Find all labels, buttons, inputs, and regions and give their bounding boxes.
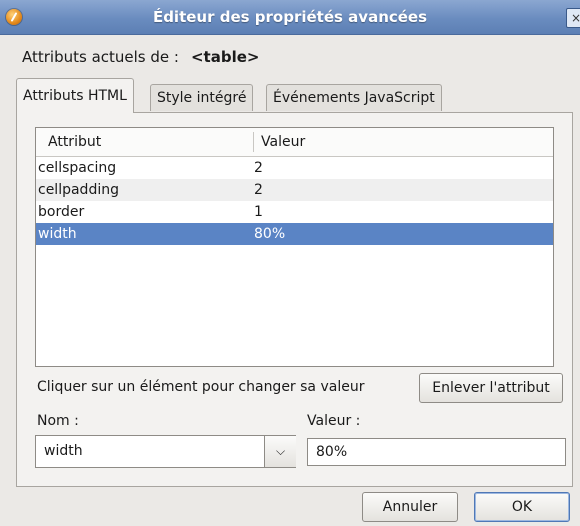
tab-html-attributes[interactable]: Attributs HTML (16, 78, 134, 113)
instruction-text: Cliquer sur un élément pour changer sa v… (37, 379, 365, 395)
name-combobox[interactable]: width ⌵ (35, 435, 296, 468)
title-bar: Éditeur des propriétés avancées × (0, 0, 580, 35)
list-item-selected[interactable]: width 80% (36, 223, 553, 245)
window-title: Éditeur des propriétés avancées (152, 8, 428, 26)
list-item[interactable]: cellspacing 2 (36, 157, 553, 179)
attribute-name: width (38, 226, 77, 242)
tab-inline-style[interactable]: Style intégré (150, 84, 254, 111)
close-button[interactable]: × (566, 8, 580, 28)
attribute-value: 80% (254, 226, 286, 242)
column-divider[interactable] (253, 132, 254, 152)
current-element-caption: Attributs actuels de : (22, 48, 179, 66)
attribute-value: 2 (254, 182, 263, 198)
ok-button[interactable]: OK (474, 492, 570, 522)
remove-attribute-button[interactable]: Enlever l'attribut (419, 373, 563, 403)
attribute-name: border (38, 204, 85, 220)
value-label: Valeur : (307, 413, 361, 429)
column-header-value[interactable]: Valeur (261, 128, 305, 156)
tab-javascript-events[interactable]: Événements JavaScript (266, 84, 442, 111)
name-combobox-value[interactable]: width (44, 443, 83, 459)
list-item[interactable]: border 1 (36, 201, 553, 223)
list-header: Attribut Valeur (36, 128, 553, 157)
attribute-list[interactable]: Attribut Valeur cellspacing 2 cellpaddin… (35, 127, 554, 367)
current-element-name: <table> (190, 48, 260, 66)
name-label: Nom : (37, 413, 79, 429)
attribute-name: cellpadding (38, 182, 119, 198)
attribute-name: cellspacing (38, 160, 117, 176)
tab-panel: Attribut Valeur cellspacing 2 cellpaddin… (16, 112, 573, 487)
current-element-label: Attributs actuels de : <table> (22, 48, 259, 66)
chevron-down-icon[interactable]: ⌵ (264, 436, 296, 467)
list-item[interactable]: cellpadding 2 (36, 179, 553, 201)
attribute-value: 1 (254, 204, 263, 220)
cancel-button[interactable]: Annuler (362, 492, 458, 522)
attribute-value: 2 (254, 160, 263, 176)
list-rows: cellspacing 2 cellpadding 2 border 1 wid… (36, 157, 553, 245)
value-input[interactable]: 80% (307, 438, 566, 466)
column-header-attribute[interactable]: Attribut (48, 128, 101, 156)
